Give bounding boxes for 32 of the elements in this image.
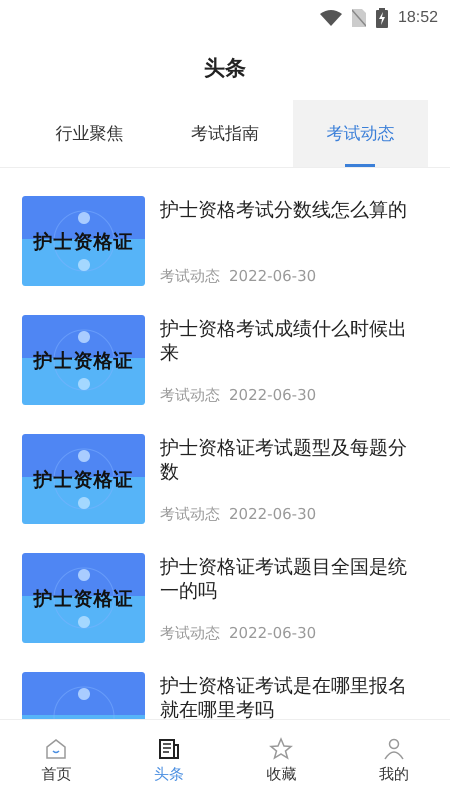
article-category: 考试动态 bbox=[160, 505, 220, 524]
article-thumbnail: 护士资格证 bbox=[22, 315, 145, 405]
article-thumbnail: 护士资格证 bbox=[22, 434, 145, 524]
article-date: 2022-06-30 bbox=[229, 386, 316, 405]
nav-tab[interactable]: 首页 bbox=[0, 720, 112, 800]
wifi-icon bbox=[320, 10, 342, 26]
category-tab[interactable]: 行业聚焦 bbox=[22, 100, 158, 167]
article-thumbnail: 护士资格证 bbox=[22, 196, 145, 286]
article-title[interactable]: 护士资格考试成绩什么时候出来 bbox=[160, 317, 412, 365]
article-date: 2022-06-30 bbox=[229, 624, 316, 643]
star-icon bbox=[269, 736, 294, 760]
category-tab[interactable]: 考试动态 bbox=[292, 100, 428, 167]
article-category: 考试动态 bbox=[160, 386, 220, 405]
no-sim-icon bbox=[352, 9, 366, 27]
article-category: 考试动态 bbox=[160, 624, 220, 643]
home-icon bbox=[44, 736, 68, 760]
newspaper-icon bbox=[156, 736, 181, 760]
article-title[interactable]: 护士资格证考试题型及每题分数 bbox=[160, 436, 412, 484]
category-tab[interactable]: 考试指南 bbox=[157, 100, 293, 167]
page-title: 头条 bbox=[204, 55, 246, 82]
person-icon bbox=[382, 736, 406, 760]
nav-tab[interactable]: 我的 bbox=[338, 720, 450, 800]
nav-tab[interactable]: 收藏 bbox=[225, 720, 338, 800]
status-time: 18:52 bbox=[398, 9, 438, 27]
article-category: 考试动态 bbox=[160, 267, 220, 286]
article-thumbnail: 护士资格证 bbox=[22, 553, 145, 643]
article-title[interactable]: 护士资格考试分数线怎么算的 bbox=[160, 198, 412, 222]
article-date: 2022-06-30 bbox=[229, 267, 316, 286]
article-title[interactable]: 护士资格证考试题目全国是统一的吗 bbox=[160, 555, 412, 603]
battery-charging-icon bbox=[376, 8, 388, 28]
article-date: 2022-06-30 bbox=[229, 505, 316, 524]
article-title[interactable]: 护士资格证考试是在哪里报名就在哪里考吗 bbox=[160, 674, 412, 719]
